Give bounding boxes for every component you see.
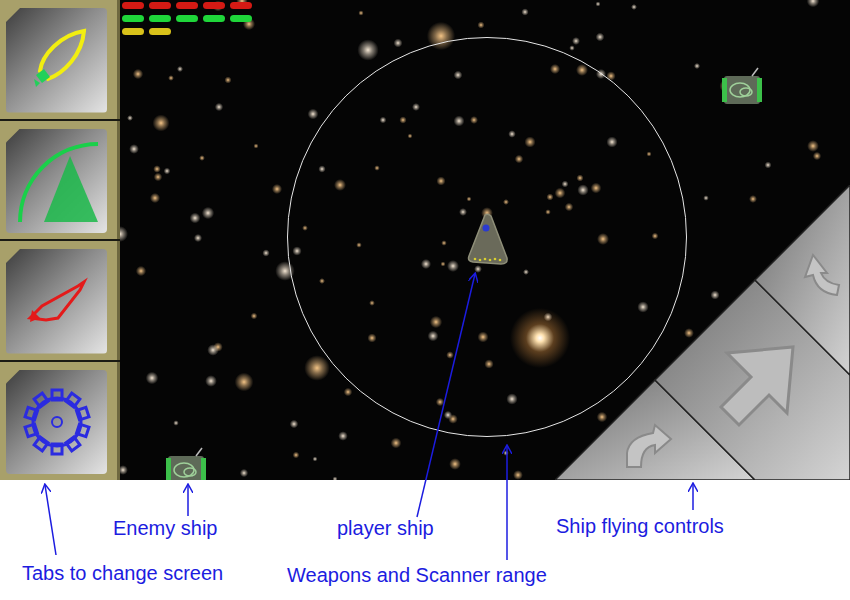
status-segment [149,2,171,9]
status-segment [230,28,252,35]
status-segment [230,15,252,22]
status-segment [203,2,225,9]
status-segment [176,15,198,22]
status-bar [122,28,252,35]
space-field[interactable] [120,0,850,480]
enemy-ship[interactable] [162,446,210,480]
screen-tab[interactable] [0,362,120,481]
tab-face [6,370,107,475]
annotation-label: Ship flying controls [556,514,724,538]
tab-face [6,249,107,354]
status-bar [122,2,252,9]
flight-controls [555,185,850,480]
rotate-left-icon [627,425,671,467]
status-segment [176,2,198,9]
status-segment [149,15,171,22]
gear-icon [17,382,97,462]
game-area [0,0,850,480]
annotation-arrow [506,446,508,560]
screen-tab[interactable] [0,0,120,119]
annotation-arrow [187,485,189,516]
missile-icon [22,276,92,326]
annotation-label: player ship [337,516,434,540]
status-bar [122,15,252,22]
status-segment [149,28,171,35]
tab-face [6,129,107,234]
screen-tab[interactable] [0,241,120,360]
annotation-arrow [45,485,56,555]
rotate-right-button[interactable] [755,185,850,375]
player-ship[interactable] [465,212,511,268]
status-segment [122,15,144,22]
game-screen: Enemy ship player ship Ship flying control… [0,0,850,600]
status-segment [122,2,144,9]
status-segment [176,28,198,35]
annotation-arrow [692,484,694,510]
tab-face [6,8,107,113]
annotation-label: Tabs to change screen [22,561,223,585]
annotation-label: Weapons and Scanner range [287,563,547,587]
screen-tab[interactable] [0,121,120,240]
tab-column [0,0,120,480]
annotations: Enemy ship player ship Ship flying control… [0,480,850,600]
ship-icon [22,25,92,95]
status-segment [230,2,252,9]
annotation-arrows [0,0,850,600]
rotate-right-icon [805,255,839,295]
annotation-label: Enemy ship [113,516,218,540]
status-bars [122,2,252,35]
thrust-arrow-icon [721,347,793,425]
status-segment [122,28,144,35]
enemy-ship[interactable] [718,66,766,110]
annotation-arrow [417,274,475,517]
radar-icon [14,138,100,224]
status-segment [203,28,225,35]
status-segment [203,15,225,22]
